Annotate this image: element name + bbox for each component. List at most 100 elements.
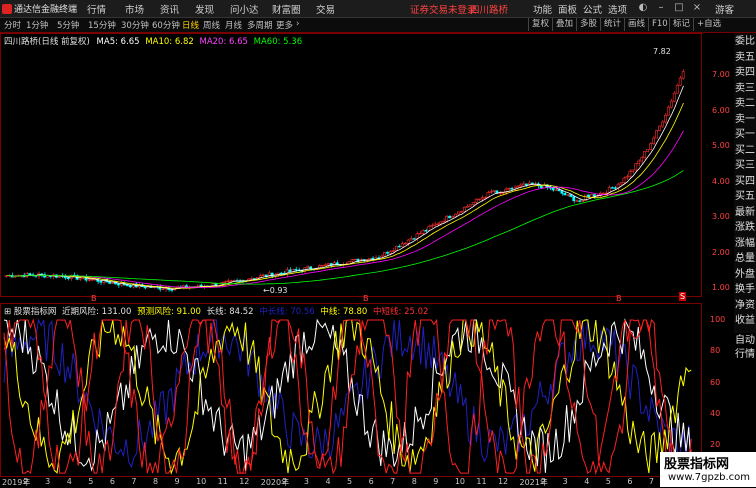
price-tick: 1.00: [712, 283, 730, 292]
button-statistics[interactable]: 统计: [600, 18, 624, 31]
candle-body: [170, 289, 174, 291]
date-tick: 8: [152, 477, 159, 486]
candle-body: [462, 206, 466, 212]
period-tab-5min[interactable]: 5分钟: [57, 19, 79, 31]
candle-body: [400, 243, 404, 248]
period-tab-timeshare[interactable]: 分时: [4, 19, 21, 31]
quote-field-label: 买三: [735, 160, 755, 171]
candle-body: [90, 279, 94, 281]
candle-body: [108, 281, 111, 284]
date-tick: 10: [196, 477, 207, 486]
candle-body: [619, 182, 623, 185]
candle-body: [288, 269, 292, 272]
period-tab-monthly[interactable]: 月线: [225, 19, 242, 31]
quote-field-label: 买一: [735, 129, 755, 140]
candle-body: [326, 263, 330, 266]
menu-news[interactable]: 资讯: [160, 2, 179, 16]
app-title: 通达信金融终端: [2, 2, 77, 15]
close-icon[interactable]: ×: [690, 1, 704, 15]
user-label[interactable]: 游客: [715, 2, 734, 16]
quote-field-label: 净资: [735, 299, 755, 311]
indicator-chart-panel[interactable]: ⊞ 股票指标网 近期风险: 131.00 预测风险: 91.00 长线: 84.…: [0, 303, 702, 477]
candle-body: [661, 121, 664, 127]
auto-quote-label[interactable]: 行情: [734, 348, 756, 361]
date-tick: 3: [45, 477, 51, 486]
candle-body: [430, 225, 434, 227]
auto-quote-label[interactable]: 自动: [734, 334, 756, 347]
candle-body: [628, 171, 632, 178]
menu-function[interactable]: 功能: [533, 2, 552, 16]
button-f10[interactable]: F10: [648, 18, 671, 31]
quote-field-label: 卖二: [735, 98, 755, 109]
minimize-icon[interactable]: –: [654, 1, 668, 15]
mid-long-line: [3, 318, 692, 469]
period-tab-more[interactable]: 更多: [276, 19, 293, 31]
candle-body: [415, 233, 419, 239]
quote-field-label: 总量: [735, 253, 755, 264]
menu-discover[interactable]: 发现: [195, 2, 214, 16]
candle-body: [128, 285, 132, 288]
skin-icon[interactable]: ◐: [636, 1, 650, 15]
candle-body: [510, 187, 514, 190]
quote-field-label: 买五: [735, 191, 755, 202]
price-axis: 7.00 6.00 5.00 4.00 3.00 2.00 1.00: [702, 33, 732, 297]
login-warning[interactable]: 证券交易未登录: [410, 2, 477, 16]
date-tick: 11: [476, 477, 487, 486]
date-tick: 7: [390, 477, 396, 486]
period-tab-daily[interactable]: 日线: [182, 19, 199, 31]
menu-market[interactable]: 市场: [125, 2, 144, 16]
menu-wealth[interactable]: 财富圈: [272, 2, 301, 16]
candle-body: [403, 242, 407, 245]
price-tick: 7.00: [712, 70, 730, 79]
menu-quotes[interactable]: 行情: [87, 2, 106, 16]
candle-body: [78, 277, 82, 280]
button-add-favorite[interactable]: +自选: [693, 18, 724, 31]
candle-body: [613, 187, 617, 189]
low-price-label: ←0.93: [263, 286, 288, 295]
maximize-icon[interactable]: □: [672, 1, 686, 15]
candle-body: [631, 169, 635, 172]
menu-panel[interactable]: 面板: [558, 2, 577, 16]
candle-body: [646, 149, 650, 152]
button-adjust[interactable]: 复权: [528, 18, 552, 31]
button-overlay[interactable]: 叠加: [552, 18, 576, 31]
candle-body: [418, 233, 422, 235]
candle-body: [566, 194, 570, 196]
button-mark[interactable]: 标记: [669, 18, 693, 31]
quote-field-label: 卖五: [735, 51, 755, 63]
candle-body: [672, 92, 676, 102]
period-tab-15min[interactable]: 15分钟: [88, 19, 116, 31]
candle-body: [451, 215, 454, 219]
candle-body: [492, 190, 496, 192]
date-tick: 12: [239, 477, 250, 486]
quote-field-label: 买二: [735, 144, 755, 156]
candle-body: [66, 277, 70, 279]
period-tab-60min[interactable]: 60分钟: [152, 19, 180, 31]
candle-body: [412, 238, 416, 240]
menu-trade[interactable]: 交易: [316, 2, 335, 16]
candle-body: [353, 258, 357, 261]
candle-body: [468, 204, 472, 207]
candle-body: [436, 223, 440, 226]
menu-options[interactable]: 选项: [608, 2, 627, 16]
period-tab-weekly[interactable]: 周线: [203, 19, 220, 31]
kline-chart-panel[interactable]: 四川路桥(日线 前复权) MA5: 6.65 MA10: 6.82 MA20: …: [0, 33, 702, 303]
site-watermark: 股票指标网 www.7gpzb.com: [660, 452, 756, 487]
candle-body: [625, 176, 629, 179]
more-arrow-icon[interactable]: ›: [296, 19, 299, 29]
candle-body: [658, 125, 661, 131]
price-tick: 3.00: [712, 212, 730, 221]
period-tab-30min[interactable]: 30分钟: [121, 19, 149, 31]
button-draw-line[interactable]: 画线: [624, 18, 648, 31]
candle-body: [551, 187, 555, 191]
period-tab-multi[interactable]: 多周期: [247, 19, 273, 31]
candle-body: [465, 205, 469, 208]
button-multi-stock[interactable]: 多股: [576, 18, 600, 31]
candle-body: [111, 282, 114, 284]
menu-formula[interactable]: 公式: [583, 2, 602, 16]
date-tick: 6: [627, 477, 633, 486]
menu-xiaoda[interactable]: 问小达: [230, 2, 259, 16]
candle-body: [516, 185, 519, 189]
candle-body: [439, 221, 443, 225]
period-tab-1min[interactable]: 1分钟: [26, 19, 48, 31]
